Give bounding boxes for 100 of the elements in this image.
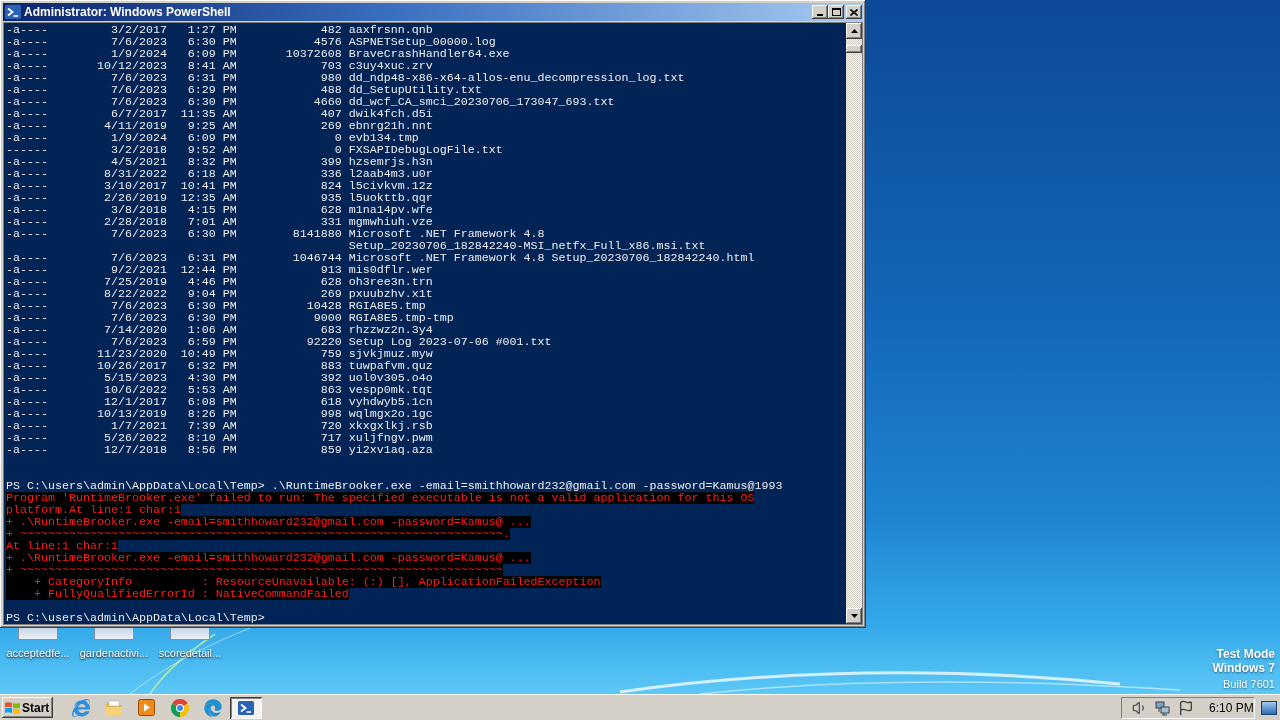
error-text: + .\RuntimeBrooker.exe -email=smithhoward232@gmail.com -password=Kamus@ ... bbox=[6, 516, 531, 528]
size-cell: 10428 bbox=[306, 300, 342, 312]
file-icon[interactable] bbox=[94, 628, 134, 640]
scroll-thumb[interactable] bbox=[846, 45, 862, 53]
circle-logo-icon[interactable] bbox=[170, 698, 189, 717]
minimize-button[interactable] bbox=[812, 5, 828, 19]
play-icon[interactable] bbox=[138, 699, 155, 716]
file-name-cell: vyhdwyb5.1cn bbox=[348, 396, 433, 408]
file-name-cell: wqlmgx2o.1gc bbox=[348, 408, 433, 420]
file-name-cell: Microsoft .NET Framework 4.8 Setup_20230706_182842240.html bbox=[348, 252, 755, 264]
file-name-cell: l2aab4m3.u0r bbox=[348, 168, 433, 180]
size-cell: 717 bbox=[320, 432, 342, 444]
taskbar-window-button[interactable] bbox=[230, 696, 262, 719]
mode-cell: -a---- bbox=[6, 432, 48, 444]
time-cell: 9:04 PM bbox=[187, 288, 237, 300]
icon-label[interactable]: gardenactivi... bbox=[79, 646, 149, 660]
error-text: + CategoryInfo : ResourceUnavailable: (:) [], ApplicationFailedException bbox=[6, 576, 601, 588]
time-cell: 12:44 PM bbox=[180, 264, 237, 276]
time-cell: 10:49 PM bbox=[180, 348, 237, 360]
mode-cell: -a---- bbox=[6, 120, 48, 132]
mode-cell: -a---- bbox=[6, 84, 48, 96]
file-icon[interactable] bbox=[18, 628, 58, 640]
size-cell: 336 bbox=[320, 168, 342, 180]
date-cell: 7/6/2023 bbox=[110, 300, 167, 312]
mode-cell: -a---- bbox=[6, 48, 48, 60]
mode-cell: -a---- bbox=[6, 384, 48, 396]
maximize-icon bbox=[831, 8, 841, 16]
minimize-icon bbox=[817, 14, 823, 16]
flag-icon[interactable] bbox=[1178, 699, 1194, 716]
size-cell: 759 bbox=[320, 348, 342, 360]
date-cell: 10/13/2019 bbox=[96, 408, 167, 420]
maximize-button[interactable] bbox=[828, 5, 844, 19]
size-cell: 913 bbox=[320, 264, 342, 276]
caret-down-icon bbox=[850, 614, 858, 618]
time-cell: 8:10 AM bbox=[187, 432, 237, 444]
show-desktop-button[interactable] bbox=[1261, 700, 1277, 715]
time-cell: 6:32 PM bbox=[187, 360, 237, 372]
mode-cell: -a---- bbox=[6, 336, 48, 348]
icon-label[interactable]: acceptedfe... bbox=[6, 646, 70, 660]
window-title: Administrator: Windows PowerShell bbox=[24, 5, 231, 19]
size-cell: 10372608 bbox=[285, 48, 342, 60]
size-cell: 683 bbox=[320, 324, 342, 336]
size-cell: 703 bbox=[320, 60, 342, 72]
command-text: .\RuntimeBrooker.exe -email=smithhoward232@gmail.com -password=Kamus@1993 bbox=[271, 480, 783, 492]
date-cell: 4/11/2019 bbox=[103, 120, 167, 132]
date-cell: 3/2/2017 bbox=[110, 24, 167, 36]
start-button[interactable]: Start bbox=[2, 697, 53, 718]
mode-cell: -a---- bbox=[6, 444, 48, 456]
network-icon[interactable] bbox=[1155, 699, 1171, 716]
size-cell: 399 bbox=[320, 156, 342, 168]
mode-cell: -a---- bbox=[6, 180, 48, 192]
size-cell: 92220 bbox=[306, 336, 342, 348]
file-name-cell: dd_wcf_CA_smci_20230706_173047_693.txt bbox=[348, 96, 615, 108]
date-cell: 7/6/2023 bbox=[110, 336, 167, 348]
date-cell: 2/26/2019 bbox=[103, 192, 167, 204]
size-cell: 4660 bbox=[313, 96, 342, 108]
size-cell: 9000 bbox=[313, 312, 342, 324]
file-name-cell: aaxfrsnn.qnb bbox=[348, 24, 433, 36]
close-button[interactable] bbox=[846, 5, 862, 19]
date-cell: 8/31/2022 bbox=[103, 168, 167, 180]
file-name-cell: m1na14pv.wfe bbox=[348, 204, 433, 216]
size-cell: 863 bbox=[320, 384, 342, 396]
size-cell: 0 bbox=[334, 144, 342, 156]
error-text: platform.At line:1 char:1 bbox=[6, 504, 181, 516]
scroll-up-button[interactable] bbox=[846, 23, 862, 39]
mode-cell: -a---- bbox=[6, 408, 48, 420]
size-cell: 720 bbox=[320, 420, 342, 432]
time-cell: 7:01 AM bbox=[187, 216, 237, 228]
date-cell: 7/6/2023 bbox=[110, 96, 167, 108]
date-cell: 7/6/2023 bbox=[110, 36, 167, 48]
date-cell: 1/9/2024 bbox=[110, 48, 167, 60]
time-cell: 6:31 PM bbox=[187, 252, 237, 264]
size-cell: 824 bbox=[320, 180, 342, 192]
date-cell: 12/1/2017 bbox=[103, 396, 167, 408]
size-cell: 8141880 bbox=[292, 228, 342, 240]
scroll-down-button[interactable] bbox=[846, 608, 862, 624]
terminal-icon bbox=[5, 4, 21, 20]
date-cell: 7/14/2020 bbox=[103, 324, 167, 336]
date-cell: 11/23/2020 bbox=[96, 348, 167, 360]
file-icon[interactable] bbox=[170, 628, 210, 640]
mode-cell: -a---- bbox=[6, 252, 48, 264]
time-cell: 6:31 PM bbox=[187, 72, 237, 84]
size-cell: 859 bbox=[320, 444, 342, 456]
time-cell: 9:52 AM bbox=[187, 144, 237, 156]
size-cell: 392 bbox=[320, 372, 342, 384]
time-cell: 7:39 AM bbox=[187, 420, 237, 432]
file-name-cell: FXSAPIDebugLogFile.txt bbox=[348, 144, 503, 156]
time-cell: 8:56 PM bbox=[187, 444, 237, 456]
time-cell: 6:30 PM bbox=[187, 96, 237, 108]
icon-label[interactable]: scoredetail... bbox=[158, 646, 222, 660]
error-text: + ~~~~~~~~~~~~~~~~~~~~~~~~~~~~~~~~~~~~~~~~~~~~~~~~~~~~~~~~~~~~~~~~~~~~~ bbox=[6, 564, 503, 576]
clock-text[interactable]: 6:10 PM bbox=[1209, 700, 1254, 715]
file-name-cell: mgmwhiuh.vze bbox=[348, 216, 433, 228]
time-cell: 4:30 PM bbox=[187, 372, 237, 384]
date-cell: 7/6/2023 bbox=[110, 252, 167, 264]
start-logo-icon bbox=[5, 700, 20, 715]
file-name-cell: rhzzwz2n.3y4 bbox=[348, 324, 433, 336]
mode-cell: -a---- bbox=[6, 324, 48, 336]
mode-cell: -a---- bbox=[6, 156, 48, 168]
file-name-cell: l5civkvm.12z bbox=[348, 180, 433, 192]
